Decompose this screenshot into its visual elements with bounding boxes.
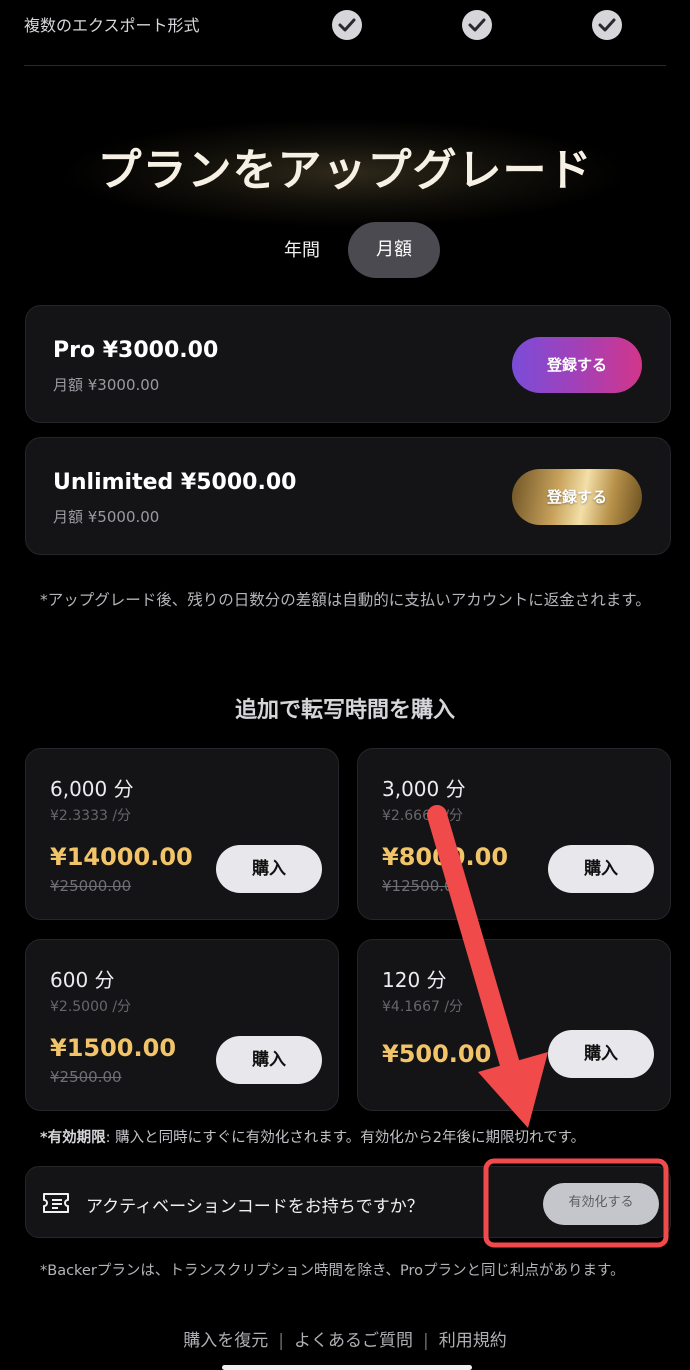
feature-row: 複数のエクスポート形式 xyxy=(24,0,666,66)
restore-purchase-link[interactable]: 購入を復元 xyxy=(183,1331,268,1351)
plan-card-pro: Pro ¥3000.00 月額 ¥3000.00 登録する xyxy=(25,305,671,423)
plan-card-unlimited: Unlimited ¥5000.00 月額 ¥5000.00 登録する xyxy=(25,437,671,555)
terms-link[interactable]: 利用規約 xyxy=(439,1331,507,1351)
backer-note: *Backerプランは、トランスクリプション時間を除き、Proプランと同じ利点が… xyxy=(40,1263,625,1279)
activate-button[interactable]: 有効化する xyxy=(543,1183,659,1225)
pack-minutes: 6,000 分 xyxy=(50,777,134,801)
pack-minutes: 120 分 xyxy=(382,968,447,992)
tab-yearly[interactable]: 年間 xyxy=(272,236,332,262)
link-separator: | xyxy=(278,1331,284,1351)
pack-rate: ¥4.1667 /分 xyxy=(382,999,464,1015)
subscribe-pro-button[interactable]: 登録する xyxy=(512,337,642,393)
faq-link[interactable]: よくあるご質問 xyxy=(294,1331,413,1351)
pack-rate: ¥2.6667 /分 xyxy=(382,808,464,824)
plan-monthly-price: 月額 ¥3000.00 xyxy=(53,376,160,394)
validity-label: *有効期限 xyxy=(40,1130,106,1146)
pack-minutes: 600 分 xyxy=(50,968,115,992)
check-icon xyxy=(592,10,622,40)
activation-card: アクティベーションコードをお持ちですか？ 有効化する xyxy=(25,1166,671,1238)
pack-price: ¥14000.00 xyxy=(50,843,193,871)
pack-rate: ¥2.5000 /分 xyxy=(50,999,132,1015)
activation-prompt: アクティベーションコードをお持ちですか？ xyxy=(86,1197,424,1217)
pack-old-price: ¥12500.00 xyxy=(382,877,464,895)
pack-price: ¥500.00 xyxy=(382,1040,492,1068)
validity-text: : 購入と同時にすぐに有効化されます。有効化から2年後に期限切れです。 xyxy=(105,1130,586,1146)
ticket-icon xyxy=(42,1192,70,1218)
plan-name: Unlimited ¥5000.00 xyxy=(53,470,297,495)
check-icon xyxy=(462,10,492,40)
pack-card-120: 120 分 ¥4.1667 /分 ¥500.00 購入 xyxy=(357,939,671,1111)
pack-minutes: 3,000 分 xyxy=(382,777,466,801)
pack-card-6000: 6,000 分 ¥2.3333 /分 ¥14000.00 ¥25000.00 購… xyxy=(25,748,339,920)
pack-price: ¥1500.00 xyxy=(50,1034,177,1062)
buy-button[interactable]: 購入 xyxy=(548,1030,654,1078)
validity-note: *有効期限: 購入と同時にすぐに有効化されます。有効化から2年後に期限切れです。 xyxy=(40,1126,585,1147)
buy-button[interactable]: 購入 xyxy=(548,845,654,893)
plan-monthly-price: 月額 ¥5000.00 xyxy=(53,508,160,526)
pack-old-price: ¥2500.00 xyxy=(50,1068,122,1086)
tab-monthly[interactable]: 月額 xyxy=(348,222,440,278)
footer-links: 購入を復元 | よくあるご質問 | 利用規約 xyxy=(0,1326,690,1351)
upgrade-note: *アップグレード後、残りの日数分の差額は自動的に支払いアカウントに返金されます。 xyxy=(40,591,651,609)
plan-name: Pro ¥3000.00 xyxy=(53,338,219,363)
home-indicator xyxy=(222,1365,472,1370)
addon-section-title: 追加で転写時間を購入 xyxy=(234,698,455,723)
pack-price: ¥8000.00 xyxy=(382,843,509,871)
check-icon xyxy=(332,10,362,40)
pack-old-price: ¥25000.00 xyxy=(50,877,132,895)
page-title: プランをアップグレード xyxy=(97,145,593,196)
buy-button[interactable]: 購入 xyxy=(216,845,322,893)
pack-card-600: 600 分 ¥2.5000 /分 ¥1500.00 ¥2500.00 購入 xyxy=(25,939,339,1111)
pack-card-3000: 3,000 分 ¥2.6667 /分 ¥8000.00 ¥12500.00 購入 xyxy=(357,748,671,920)
buy-button[interactable]: 購入 xyxy=(216,1036,322,1084)
feature-label: 複数のエクスポート形式 xyxy=(24,16,200,35)
link-separator: | xyxy=(423,1331,429,1351)
pack-rate: ¥2.3333 /分 xyxy=(50,808,132,824)
subscribe-unlimited-button[interactable]: 登録する xyxy=(512,469,642,525)
